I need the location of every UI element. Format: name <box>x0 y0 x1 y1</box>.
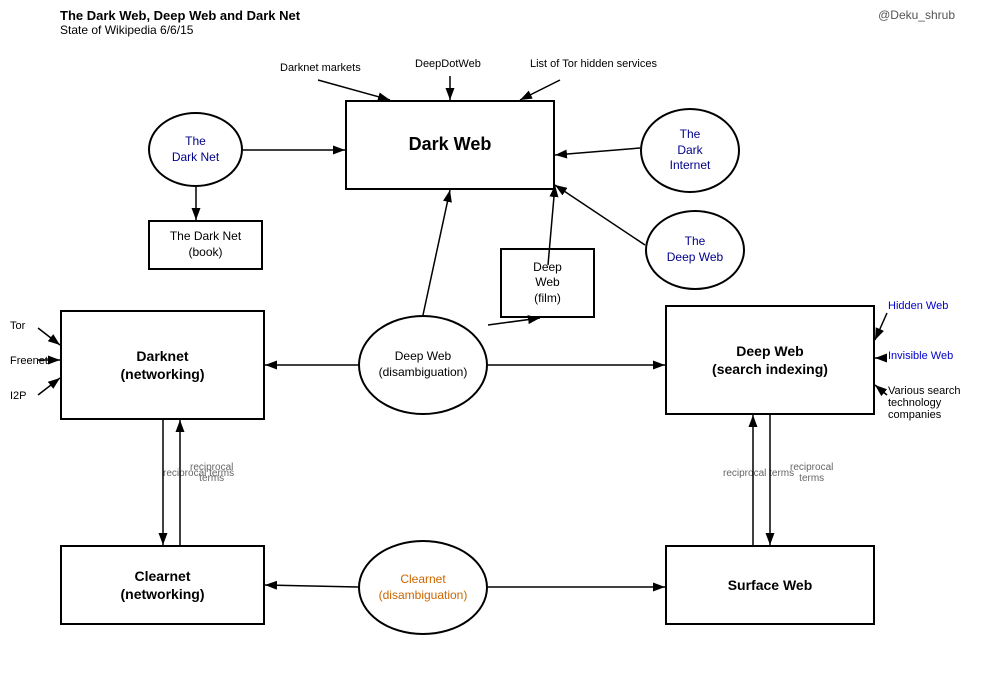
tor-label: Tor <box>10 320 25 332</box>
credit: @Deku_shrub <box>878 8 955 22</box>
main-title: The Dark Web, Deep Web and Dark Net <box>60 8 300 23</box>
reciprocal-right: reciprocalterms <box>790 462 833 484</box>
deep-web-search-node: Deep Web(search indexing) <box>665 305 875 415</box>
dark-net-circle-label: TheDark Net <box>172 134 219 165</box>
clearnet-networking-node: Clearnet(networking) <box>60 545 265 625</box>
various-search-label: Various searchtechnologycompanies <box>888 385 973 421</box>
clearnet-networking-label: Clearnet(networking) <box>121 567 205 603</box>
dark-internet-node: TheDarkInternet <box>640 108 740 193</box>
dark-net-circle-node: TheDark Net <box>148 112 243 187</box>
dark-internet-label: TheDarkInternet <box>670 127 711 174</box>
clearnet-disambiguation-node: Clearnet(disambiguation) <box>358 540 488 635</box>
deepdotweb-label: DeepDotWeb <box>415 58 481 70</box>
dark-net-book-node: The Dark Net(book) <box>148 220 263 270</box>
surface-web-node: Surface Web <box>665 545 875 625</box>
deep-web-disambiguation-label: Deep Web(disambiguation) <box>379 349 468 380</box>
deep-web-search-label: Deep Web(search indexing) <box>712 342 828 378</box>
freenet-label: Freenet <box>10 355 48 367</box>
reciprocal-2-label: reciprocal terms <box>723 468 794 479</box>
darknet-markets-label: Darknet markets <box>280 62 361 74</box>
darknet-networking-label: Darknet(networking) <box>121 347 205 383</box>
dark-web-node: Dark Web <box>345 100 555 190</box>
deep-web-top-node: TheDeep Web <box>645 210 745 290</box>
title-area: The Dark Web, Deep Web and Dark Net Stat… <box>60 8 300 37</box>
darknet-networking-node: Darknet(networking) <box>60 310 265 420</box>
deep-web-film-label: DeepWeb(film) <box>533 260 562 307</box>
sub-title: State of Wikipedia 6/6/15 <box>60 23 300 37</box>
i2p-label: I2P <box>10 390 27 402</box>
reciprocal-left: reciprocalterms <box>190 462 233 484</box>
list-tor-label: List of Tor hidden services <box>530 58 657 70</box>
deep-web-film-node: DeepWeb(film) <box>500 248 595 318</box>
surface-web-label: Surface Web <box>728 576 813 594</box>
deep-web-top-label: TheDeep Web <box>667 234 723 265</box>
invisible-web-label: Invisible Web <box>888 350 953 362</box>
dark-net-book-label: The Dark Net(book) <box>170 229 241 260</box>
clearnet-disambiguation-label: Clearnet(disambiguation) <box>379 572 468 603</box>
hidden-web-label: Hidden Web <box>888 300 948 312</box>
dark-web-label: Dark Web <box>409 133 492 156</box>
deep-web-disambiguation-node: Deep Web(disambiguation) <box>358 315 488 415</box>
